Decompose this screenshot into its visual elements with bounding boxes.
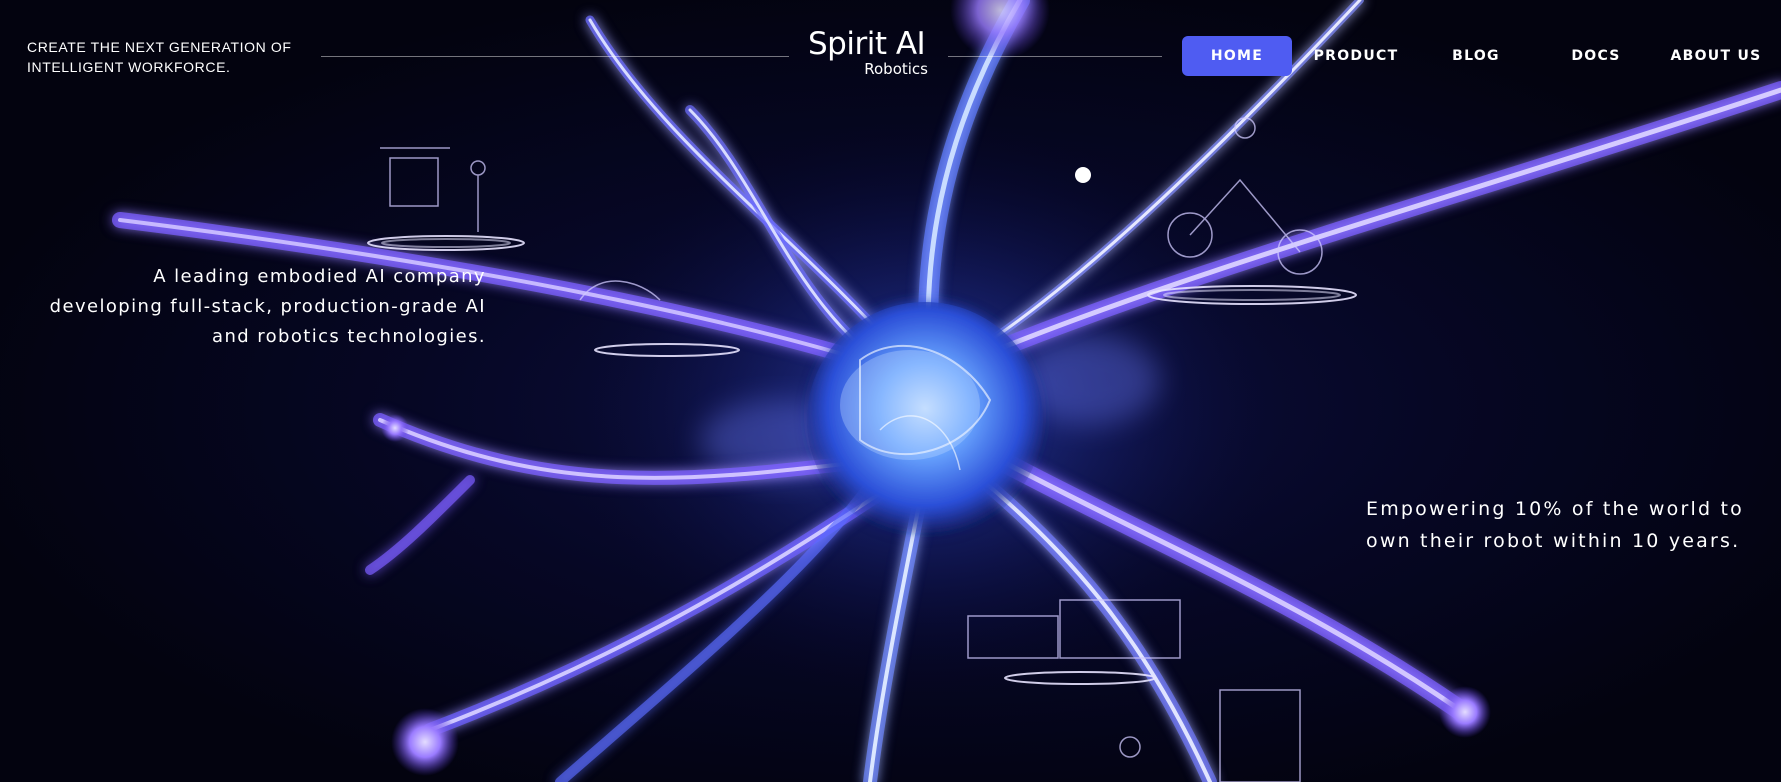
nav-item-docs[interactable]: DOCS bbox=[1541, 36, 1651, 76]
spirit-ai-logo[interactable]: Spirit AI Robotics bbox=[808, 26, 932, 82]
nav-item-blog[interactable]: BLOG bbox=[1421, 36, 1531, 76]
carousel-dot-icon[interactable] bbox=[1075, 167, 1091, 183]
hero-description-left: A leading embodied AI company developing… bbox=[49, 266, 486, 347]
nav-item-product[interactable]: PRODUCT bbox=[1301, 36, 1411, 76]
logo-wordmark: Spirit AI bbox=[808, 26, 926, 62]
header-divider-left bbox=[321, 56, 789, 57]
hero-description-right: Empowering 10% of the world to own their… bbox=[1366, 498, 1744, 552]
header-tagline: CREATE THE NEXT GENERATION OF INTELLIGEN… bbox=[27, 39, 292, 75]
nav-item-home[interactable]: HOME bbox=[1182, 36, 1292, 76]
neuron-hero-image bbox=[112, 0, 1781, 782]
nav-item-about-us[interactable]: ABOUT US bbox=[1661, 36, 1771, 76]
hero-page: CREATE THE NEXT GENERATION OF INTELLIGEN… bbox=[0, 0, 1781, 782]
header-divider-right bbox=[948, 56, 1162, 57]
logo-subtitle: Robotics bbox=[864, 60, 928, 78]
